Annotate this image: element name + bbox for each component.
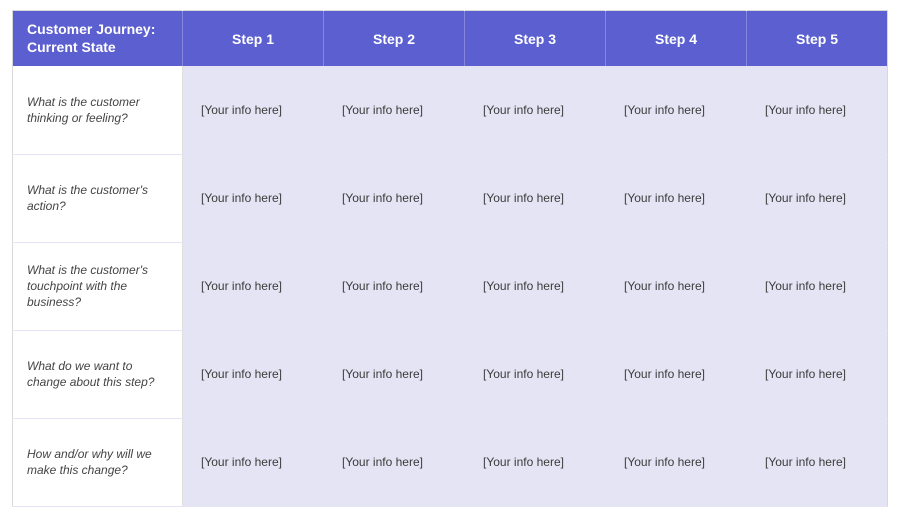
customer-journey-table: Customer Journey: Current State Step 1 S… (12, 10, 888, 507)
table-title: Customer Journey: Current State (13, 11, 183, 67)
row-label: What is the customer's touchpoint with t… (13, 242, 183, 330)
cell: [Your info here] (606, 330, 747, 418)
cell: [Your info here] (606, 154, 747, 242)
col-step-3: Step 3 (465, 11, 606, 67)
table-row: What do we want to change about this ste… (13, 330, 888, 418)
table-row: How and/or why will we make this change?… (13, 418, 888, 506)
col-step-5: Step 5 (747, 11, 888, 67)
cell: [Your info here] (324, 242, 465, 330)
cell: [Your info here] (324, 330, 465, 418)
cell: [Your info here] (183, 154, 324, 242)
row-label: What is the customer thinking or feeling… (13, 66, 183, 154)
table-header: Customer Journey: Current State Step 1 S… (13, 11, 888, 67)
cell: [Your info here] (183, 330, 324, 418)
cell: [Your info here] (465, 154, 606, 242)
cell: [Your info here] (324, 418, 465, 506)
cell: [Your info here] (465, 330, 606, 418)
table-row: What is the customer thinking or feeling… (13, 66, 888, 154)
table-body: What is the customer thinking or feeling… (13, 66, 888, 506)
cell: [Your info here] (606, 418, 747, 506)
row-label: What do we want to change about this ste… (13, 330, 183, 418)
cell: [Your info here] (324, 154, 465, 242)
cell: [Your info here] (465, 66, 606, 154)
table-row: What is the customer's action? [Your inf… (13, 154, 888, 242)
row-label: How and/or why will we make this change? (13, 418, 183, 506)
cell: [Your info here] (606, 66, 747, 154)
cell: [Your info here] (183, 66, 324, 154)
table-row: What is the customer's touchpoint with t… (13, 242, 888, 330)
cell: [Your info here] (747, 418, 888, 506)
cell: [Your info here] (747, 242, 888, 330)
cell: [Your info here] (606, 242, 747, 330)
cell: [Your info here] (465, 242, 606, 330)
row-label: What is the customer's action? (13, 154, 183, 242)
col-step-1: Step 1 (183, 11, 324, 67)
cell: [Your info here] (183, 418, 324, 506)
cell: [Your info here] (747, 66, 888, 154)
col-step-2: Step 2 (324, 11, 465, 67)
col-step-4: Step 4 (606, 11, 747, 67)
cell: [Your info here] (324, 66, 465, 154)
cell: [Your info here] (183, 242, 324, 330)
cell: [Your info here] (465, 418, 606, 506)
cell: [Your info here] (747, 154, 888, 242)
cell: [Your info here] (747, 330, 888, 418)
